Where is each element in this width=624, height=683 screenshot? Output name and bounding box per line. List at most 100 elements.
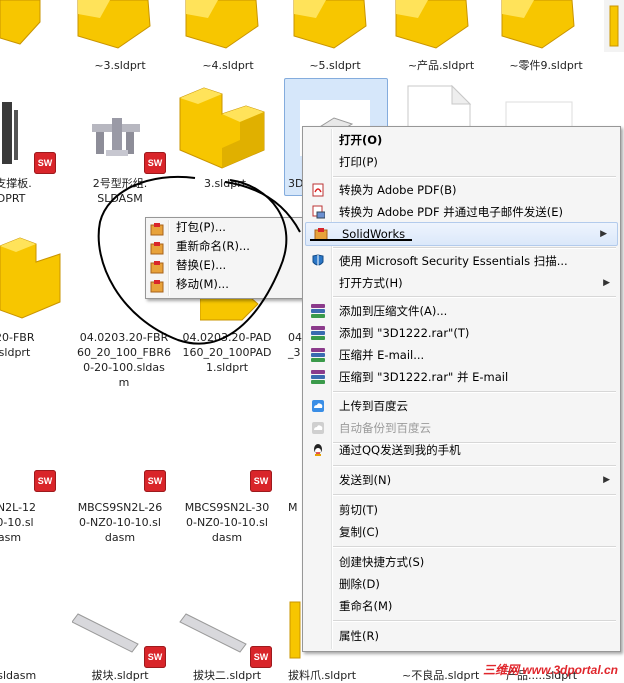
menu-item-create-shortcut[interactable]: 创建快捷方式(S) xyxy=(303,551,620,573)
file-thumbnail[interactable] xyxy=(74,256,148,316)
solidworks-badge-icon: SW xyxy=(144,470,166,492)
solidworks-icon xyxy=(314,228,328,241)
menu-item-solidworks[interactable]: SolidWorks ▶ xyxy=(305,222,618,246)
submenu-item-label: 打包(P)... xyxy=(176,220,226,234)
menu-item-compress-email[interactable]: 压缩并 E-mail... xyxy=(303,344,620,366)
submenu-item-label: 替换(E)... xyxy=(176,258,227,272)
menu-item-label: 转换为 Adobe PDF(B) xyxy=(339,183,457,197)
solidworks-icon xyxy=(150,280,164,293)
menu-item-auto-backup-baidu: 自动备份到百度云 xyxy=(303,417,620,439)
submenu-item-replace[interactable]: 替换(E)... xyxy=(146,256,303,275)
submenu-arrow-icon: ▶ xyxy=(603,278,610,288)
cloud-icon xyxy=(312,400,324,412)
file-name[interactable]: MBCS9SN2L-26 0-NZ0-10-10.sl dasm xyxy=(68,500,172,545)
file-name[interactable]: 03.20-FBR UT.sldprt xyxy=(0,330,58,360)
submenu-item-rename[interactable]: 重新命名(R)... xyxy=(146,237,303,256)
menu-separator xyxy=(333,247,616,249)
file-name[interactable]: 形支撑板. LDPRT xyxy=(0,176,60,206)
menu-separator xyxy=(333,296,616,298)
menu-item-delete[interactable]: 删除(D) xyxy=(303,573,620,595)
menu-item-send-to[interactable]: 发送到(N) ▶ xyxy=(303,469,620,491)
menu-separator xyxy=(333,391,616,393)
menu-item-label: 复制(C) xyxy=(339,525,380,539)
cloud-icon xyxy=(312,422,324,434)
menu-item-add-archive[interactable]: 添加到压缩文件(A)... xyxy=(303,300,620,322)
menu-item-label: 打开方式(H) xyxy=(339,276,403,290)
solidworks-icon xyxy=(150,223,164,236)
menu-item-qq-send[interactable]: 通过QQ发送到我的手机 xyxy=(303,439,620,461)
menu-item-label: 添加到压缩文件(A)... xyxy=(339,304,448,318)
menu-item-label: 添加到 "3D1222.rar"(T) xyxy=(339,326,470,340)
menu-item-label: 转换为 Adobe PDF 并通过电子邮件发送(E) xyxy=(339,205,563,219)
rar-icon xyxy=(311,304,325,318)
pdf-mail-icon xyxy=(312,205,325,219)
file-thumbnail[interactable] xyxy=(176,80,266,170)
menu-item-label: 创建快捷方式(S) xyxy=(339,555,425,569)
menu-item-label: 自动备份到百度云 xyxy=(339,421,431,435)
solidworks-badge-icon: SW xyxy=(250,470,272,492)
menu-separator xyxy=(333,176,616,178)
row1-part-thumbnails xyxy=(0,0,624,52)
menu-separator xyxy=(333,546,616,548)
file-name[interactable]: S9SN2L-12 0-10-10.sl dasm xyxy=(0,500,58,545)
submenu-item-label: 重新命名(R)... xyxy=(176,239,250,253)
submenu-item-pack[interactable]: 打包(P)... xyxy=(146,218,303,237)
file-name[interactable]: ~5.sldprt xyxy=(283,58,387,73)
file-thumbnail[interactable] xyxy=(88,110,148,164)
rar-icon xyxy=(311,370,325,384)
menu-item-label: 删除(D) xyxy=(339,577,380,591)
solidworks-icon xyxy=(150,261,164,274)
menu-item-label: 上传到百度云 xyxy=(339,399,408,413)
menu-item-print[interactable]: 打印(P) xyxy=(303,151,620,173)
file-name[interactable]: 2号型形组. SLDASM xyxy=(68,176,172,206)
file-thumbnail[interactable] xyxy=(0,232,64,322)
menu-item-mse-scan[interactable]: 使用 Microsoft Security Essentials 扫描... xyxy=(303,250,620,272)
menu-item-rename[interactable]: 重命名(M) xyxy=(303,595,620,617)
menu-item-add-rar[interactable]: 添加到 "3D1222.rar"(T) xyxy=(303,322,620,344)
file-name[interactable]: 3.sldprt xyxy=(173,176,277,191)
file-name[interactable]: 拔块二.sldprt xyxy=(175,668,279,683)
file-name[interactable]: ~3.sldprt xyxy=(68,58,172,73)
menu-item-label: 压缩到 "3D1222.rar" 并 E-mail xyxy=(339,370,509,384)
menu-item-compress-rar-email[interactable]: 压缩到 "3D1222.rar" 并 E-mail xyxy=(303,366,620,388)
menu-item-properties[interactable]: 属性(R) xyxy=(303,625,620,647)
menu-item-convert-pdf[interactable]: 转换为 Adobe PDF(B) xyxy=(303,179,620,201)
file-name[interactable]: ~4.sldprt xyxy=(176,58,280,73)
menu-item-label: 属性(R) xyxy=(339,629,379,643)
watermark: 三维网 www.3dportal.cn xyxy=(483,663,618,677)
file-name[interactable]: 04.0203.20-FBR 60_20_100_FBR6 0-20-100.s… xyxy=(72,330,176,390)
submenu-item-move[interactable]: 移动(M)... xyxy=(146,275,303,294)
file-name[interactable]: 拔料爪.sldprt xyxy=(288,668,368,683)
menu-item-upload-baidu[interactable]: 上传到百度云 xyxy=(303,395,620,417)
menu-item-label: 剪切(T) xyxy=(339,503,378,517)
shield-icon xyxy=(312,254,324,267)
file-name[interactable]: 04.0203.20-PAD 160_20_100PAD 1.sldprt xyxy=(175,330,279,375)
menu-item-convert-pdf-email[interactable]: 转换为 Adobe PDF 并通过电子邮件发送(E) xyxy=(303,201,620,223)
menu-separator xyxy=(333,620,616,622)
menu-separator xyxy=(333,494,616,496)
file-name[interactable]: 0S.sldasm xyxy=(0,668,60,683)
menu-item-label: 压缩并 E-mail... xyxy=(339,348,425,362)
qq-icon xyxy=(314,444,322,456)
solidworks-badge-icon: SW xyxy=(34,470,56,492)
file-name[interactable]: ~不良品.sldprt xyxy=(402,668,482,682)
submenu-arrow-icon: ▶ xyxy=(600,229,607,239)
submenu-item-label: 移动(M)... xyxy=(176,277,229,291)
menu-item-cut[interactable]: 剪切(T) xyxy=(303,499,620,521)
rar-icon xyxy=(311,348,325,362)
menu-item-label: 发送到(N) xyxy=(339,473,392,487)
menu-item-label: SolidWorks xyxy=(342,227,406,241)
menu-item-open[interactable]: 打开(O) xyxy=(303,129,620,151)
file-name[interactable]: ~零件9.sldprt xyxy=(494,58,598,73)
file-name[interactable]: MBCS9SN2L-30 0-NZ0-10-10.sl dasm xyxy=(175,500,279,545)
rar-icon xyxy=(311,326,325,340)
file-thumbnail[interactable] xyxy=(286,600,302,660)
menu-item-copy[interactable]: 复制(C) xyxy=(303,521,620,543)
menu-item-open-with[interactable]: 打开方式(H) ▶ xyxy=(303,272,620,294)
menu-separator xyxy=(333,465,616,467)
solidworks-badge-icon: SW xyxy=(34,152,56,174)
menu-item-label: 通过QQ发送到我的手机 xyxy=(339,443,461,457)
file-name[interactable]: ~产品.sldprt xyxy=(389,58,493,73)
file-name[interactable]: 拔块.sldprt xyxy=(68,668,172,683)
menu-item-label: 打印(P) xyxy=(339,155,378,169)
